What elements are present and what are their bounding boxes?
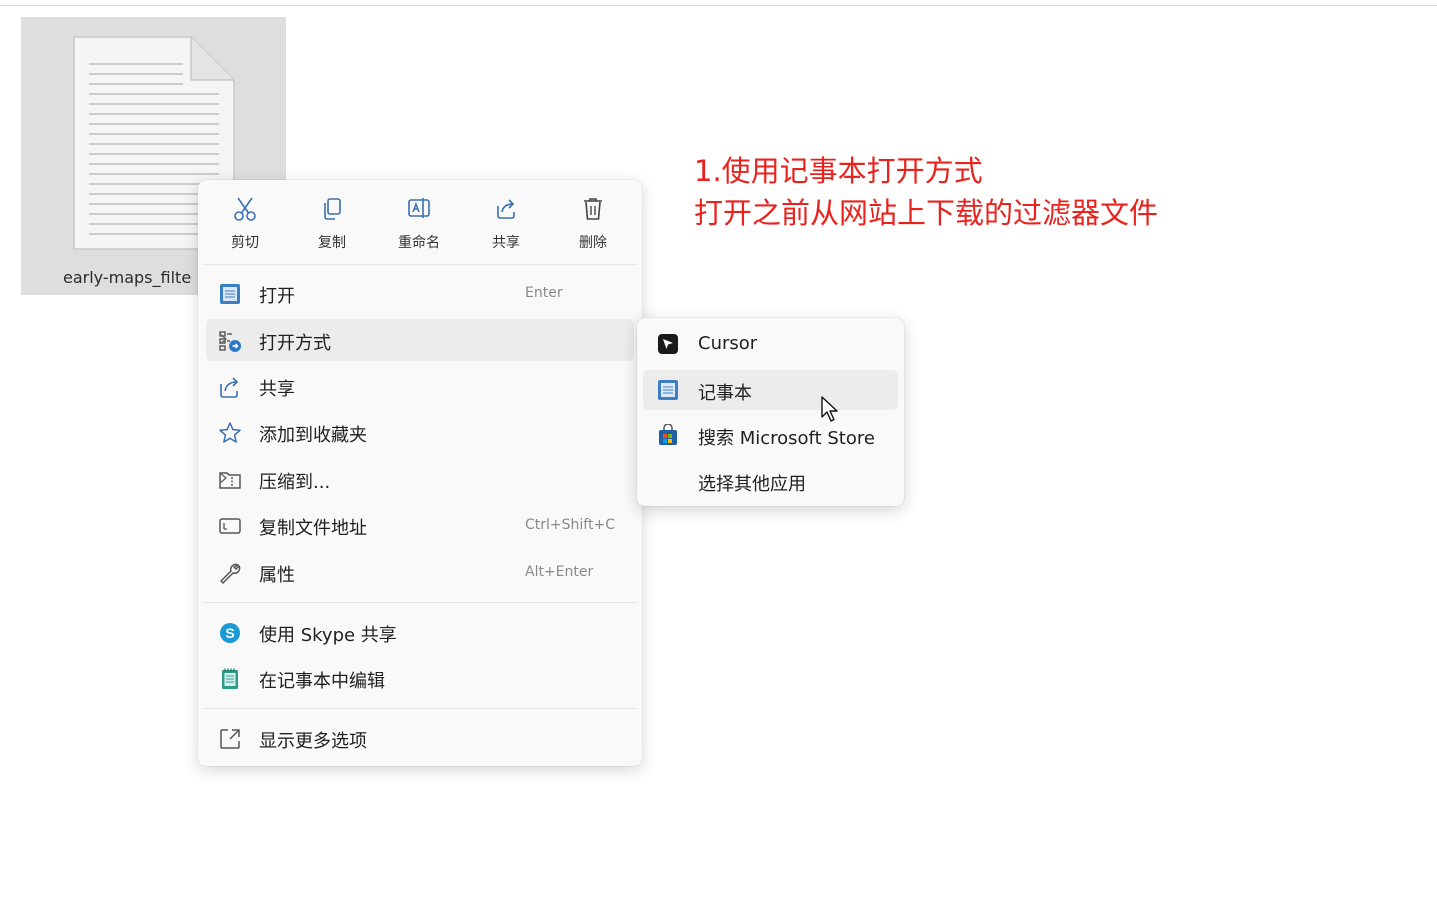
quick-actions-bar: 剪切 复制 重命名 共享 删除 bbox=[198, 180, 642, 264]
menu-item-properties-shortcut: Alt+Enter bbox=[525, 564, 594, 580]
scissors-icon bbox=[234, 197, 256, 221]
more-options-icon bbox=[220, 729, 240, 749]
copy-path-icon bbox=[219, 518, 241, 534]
annotation-text: 1.使用记事本打开方式 打开之前从网站上下载的过滤器文件 bbox=[694, 150, 1158, 234]
rename-button[interactable]: 重命名 bbox=[384, 190, 454, 258]
svg-text:S: S bbox=[225, 625, 234, 641]
menu-item-copy-path[interactable]: 复制文件地址 Ctrl+Shift+C bbox=[206, 504, 634, 546]
open-with-submenu: Cursor 记事本 搜索 Microsoft Store 选择其他应用 bbox=[637, 318, 904, 506]
star-icon bbox=[219, 422, 241, 443]
share-label: 共享 bbox=[492, 235, 520, 251]
top-divider bbox=[0, 5, 1437, 6]
annotation-line-2: 打开之前从网站上下载的过滤器文件 bbox=[694, 196, 1159, 230]
menu-item-show-more-options-label: 显示更多选项 bbox=[259, 731, 367, 752]
share-button[interactable]: 共享 bbox=[471, 190, 541, 258]
menu-item-edit-in-notepad[interactable]: 在记事本中编辑 bbox=[206, 657, 634, 699]
wrench-icon bbox=[220, 563, 241, 584]
notepad-icon bbox=[658, 380, 678, 400]
menu-item-share-label: 共享 bbox=[259, 379, 295, 400]
menu-item-skype-share-label: 使用 Skype 共享 bbox=[259, 625, 397, 646]
rename-label: 重命名 bbox=[398, 235, 440, 251]
annotation-line-1: 1.使用记事本打开方式 bbox=[694, 154, 983, 188]
chevron-right-icon bbox=[219, 472, 228, 484]
copy-icon bbox=[324, 198, 341, 220]
submenu-item-microsoft-store-label: 搜索 Microsoft Store bbox=[698, 428, 875, 449]
menu-item-skype-share[interactable]: S 使用 Skype 共享 bbox=[206, 611, 634, 653]
submenu-item-cursor[interactable]: Cursor bbox=[643, 324, 898, 364]
menu-item-properties-label: 属性 bbox=[259, 565, 295, 586]
store-icon bbox=[659, 424, 677, 445]
menu-item-open[interactable]: 打开 Enter bbox=[206, 272, 634, 314]
menu-item-add-favorite-label: 添加到收藏夹 bbox=[259, 425, 367, 446]
submenu-item-choose-other-app[interactable]: 选择其他应用 bbox=[643, 461, 898, 501]
cut-label: 剪切 bbox=[231, 235, 259, 251]
menu-item-open-label: 打开 bbox=[259, 286, 295, 307]
menu-separator bbox=[202, 602, 638, 603]
context-menu: 剪切 复制 重命名 共享 删除 打开 Enter 打开方式 共享 添加到收藏夹 … bbox=[198, 180, 642, 766]
menu-item-compress[interactable]: 压缩到... bbox=[206, 458, 634, 500]
chevron-right-icon bbox=[219, 333, 228, 345]
cursor-app-icon bbox=[658, 334, 678, 354]
notepad-icon bbox=[222, 668, 238, 689]
delete-button[interactable]: 删除 bbox=[558, 190, 628, 258]
submenu-item-cursor-label: Cursor bbox=[698, 333, 758, 354]
menu-item-add-favorite[interactable]: 添加到收藏夹 bbox=[206, 411, 634, 453]
menu-separator bbox=[202, 708, 638, 709]
notepad-icon bbox=[220, 284, 240, 304]
submenu-item-choose-other-app-label: 选择其他应用 bbox=[698, 474, 806, 495]
rename-icon bbox=[408, 198, 430, 218]
share-icon bbox=[220, 377, 239, 398]
delete-label: 删除 bbox=[579, 235, 607, 251]
menu-item-open-with[interactable]: 打开方式 bbox=[206, 319, 634, 361]
menu-item-share[interactable]: 共享 bbox=[206, 365, 634, 407]
menu-separator bbox=[202, 264, 638, 265]
menu-item-properties[interactable]: 属性 Alt+Enter bbox=[206, 551, 634, 593]
submenu-item-microsoft-store[interactable]: 搜索 Microsoft Store bbox=[643, 415, 898, 455]
cut-button[interactable]: 剪切 bbox=[210, 190, 280, 258]
menu-item-open-with-label: 打开方式 bbox=[259, 333, 331, 354]
menu-item-copy-path-shortcut: Ctrl+Shift+C bbox=[525, 517, 615, 533]
menu-item-copy-path-label: 复制文件地址 bbox=[259, 518, 367, 539]
copy-label: 复制 bbox=[318, 235, 346, 251]
skype-icon: S bbox=[220, 623, 240, 643]
share-icon bbox=[497, 199, 515, 219]
submenu-item-notepad-label: 记事本 bbox=[698, 383, 752, 404]
menu-item-show-more-options[interactable]: 显示更多选项 bbox=[206, 717, 634, 759]
menu-item-open-shortcut: Enter bbox=[525, 285, 563, 301]
trash-icon bbox=[584, 198, 602, 220]
menu-item-edit-in-notepad-label: 在记事本中编辑 bbox=[259, 671, 385, 692]
mouse-pointer-icon bbox=[821, 396, 838, 422]
copy-button[interactable]: 复制 bbox=[297, 190, 367, 258]
menu-item-compress-label: 压缩到... bbox=[259, 472, 331, 493]
submenu-item-notepad[interactable]: 记事本 bbox=[643, 370, 898, 410]
